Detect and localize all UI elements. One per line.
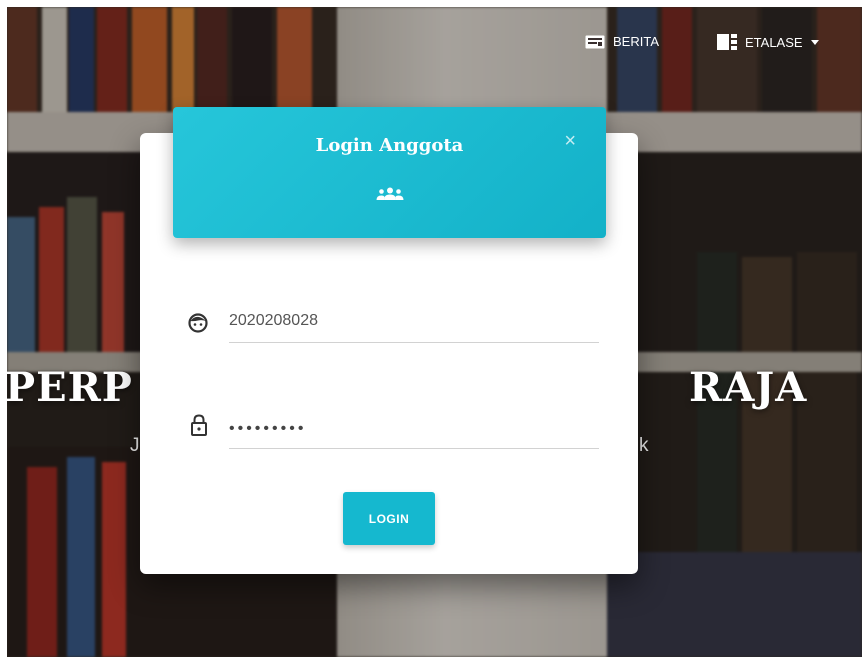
hero-subtitle-left: J [130, 435, 140, 456]
username-input[interactable] [229, 312, 599, 330]
caret-down-icon [810, 39, 819, 45]
lock-icon [191, 414, 207, 441]
hero-subtitle-right: k [639, 435, 649, 456]
close-icon[interactable]: × [564, 131, 576, 151]
face-icon [188, 313, 208, 338]
modal-header: Login Anggota × [173, 107, 606, 238]
nav-etalase[interactable]: ETALASE [717, 34, 819, 50]
hero-title-left: PERP [7, 364, 133, 411]
nav-berita-label: BERITA [613, 34, 659, 49]
grid-icon [717, 34, 737, 50]
newspaper-icon [585, 35, 605, 49]
username-field[interactable] [229, 312, 599, 343]
password-input[interactable]: ••••••••• [229, 418, 599, 440]
hero-title-right: RAJA [689, 364, 808, 411]
password-field[interactable]: ••••••••• [229, 418, 599, 449]
modal-title: Login Anggota [315, 135, 464, 156]
login-button[interactable]: LOGIN [343, 492, 435, 545]
nav-berita[interactable]: BERITA [585, 34, 659, 49]
group-icon [375, 187, 405, 206]
page-background: PERP RAJA J k BERITA ETALASE Login Anggo… [7, 7, 862, 657]
nav-etalase-label: ETALASE [745, 34, 803, 50]
